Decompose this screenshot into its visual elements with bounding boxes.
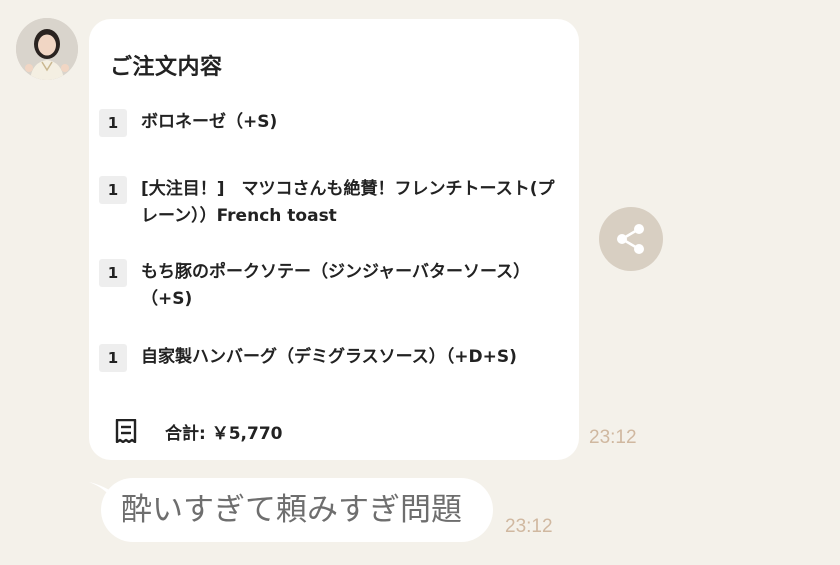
message-timestamp: 23:12 [505, 516, 553, 537]
order-total: 合計: ￥5,770 [165, 424, 283, 444]
message-timestamp: 23:12 [589, 427, 637, 448]
share-icon [617, 224, 644, 254]
item-name: [大注目！] マツコさんも絶賛！フレンチトースト(プレーン））French to… [141, 179, 555, 226]
avatar[interactable] [16, 18, 78, 80]
item-quantity: 1 [99, 344, 127, 372]
item-quantity: 1 [99, 176, 127, 204]
text-message-bubble: 酔いすぎて頼みすぎ問題 [101, 478, 493, 542]
item-name: ボロネーゼ（+S) [141, 112, 278, 132]
share-button[interactable] [599, 207, 663, 271]
avatar-image [16, 18, 78, 80]
item-quantity: 1 [99, 259, 127, 287]
receipt-icon [115, 419, 137, 443]
order-title: ご注文内容 [110, 55, 223, 80]
item-name: もち豚のポークソテー（ジンジャーバターソース）（+S) [141, 262, 531, 309]
order-message-bubble: ご注文内容 1 ボロネーゼ（+S) 1 [大注目！] マツコさんも絶賛！フレンチ… [89, 19, 579, 460]
item-name: 自家製ハンバーグ（デミグラスソース）（+D+S) [141, 347, 517, 367]
item-quantity: 1 [99, 109, 127, 137]
